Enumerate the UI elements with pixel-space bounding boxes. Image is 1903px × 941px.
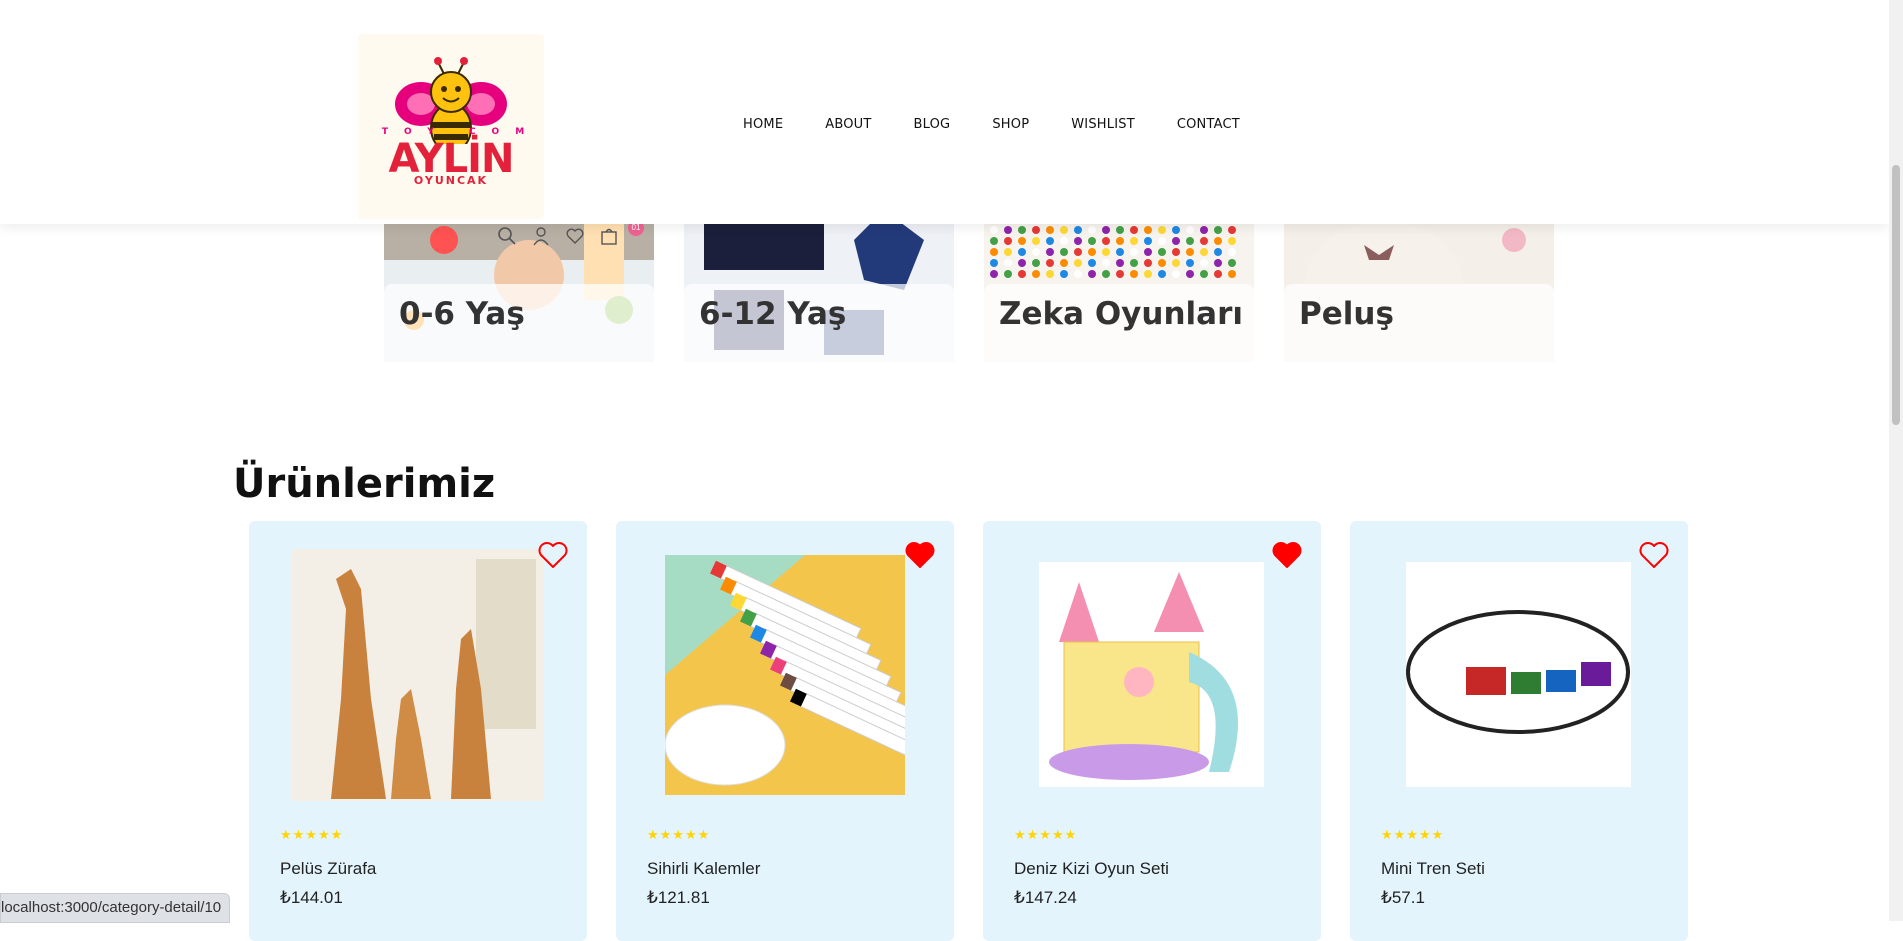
product-price: ₺147.24 [1014, 888, 1077, 907]
product-image-mermaid[interactable] [1039, 562, 1264, 787]
product-name[interactable]: Mini Tren Seti [1381, 859, 1485, 879]
category-label: 0-6 Yaş [399, 296, 525, 332]
wishlist-heart-icon[interactable] [1272, 541, 1302, 569]
nav-contact[interactable]: CONTACT [1177, 117, 1240, 132]
product-card[interactable]: ★★★★★ Sihirli Kalemler ₺121.81 [616, 521, 954, 941]
user-icon[interactable] [531, 226, 551, 246]
site-logo[interactable]: TOY COM AYLİN OYUNCAK [358, 34, 544, 219]
product-price: ₺57.1 [1381, 888, 1425, 907]
site-header: TOY COM AYLİN OYUNCAK HOME ABOUT BLOG SH… [0, 0, 1889, 224]
product-name[interactable]: Sihirli Kalemler [647, 859, 760, 879]
category-label: 6-12 Yaş [699, 296, 847, 332]
category-tile-6-12[interactable]: 6-12 Yaş [684, 200, 954, 362]
rating-stars: ★★★★★ [280, 827, 344, 842]
nav-blog[interactable]: BLOG [914, 117, 951, 132]
product-card[interactable]: ★★★★★ Mini Tren Seti ₺57.1 [1350, 521, 1688, 941]
wishlist-heart-icon[interactable] [905, 541, 935, 569]
wishlist-heart-icon[interactable] [1639, 541, 1669, 569]
category-tile-0-6[interactable]: 0-6 Yaş [384, 200, 654, 362]
header-icon-row: 01 [497, 220, 644, 246]
product-price: ₺144.01 [280, 888, 343, 907]
product-image-train[interactable] [1406, 562, 1631, 787]
category-tile-zeka[interactable]: Zeka Oyunları [984, 200, 1254, 362]
product-card[interactable]: ★★★★★ Deniz Kizi Oyun Seti ₺147.24 [983, 521, 1321, 941]
nav-shop[interactable]: SHOP [992, 117, 1029, 132]
nav-about[interactable]: ABOUT [825, 117, 871, 132]
category-label: Peluş [1299, 296, 1394, 332]
nav-home[interactable]: HOME [743, 117, 783, 132]
mermaid-castle-picture [1039, 562, 1264, 787]
giraffe-plush-picture [291, 549, 543, 801]
product-card[interactable]: ★★★★★ Pelüs Zürafa ₺144.01 [249, 521, 587, 941]
product-image-markers[interactable] [665, 555, 905, 795]
heart-outline-icon[interactable] [565, 226, 585, 246]
category-label: Zeka Oyunları [999, 296, 1243, 332]
product-name[interactable]: Deniz Kizi Oyun Seti [1014, 859, 1169, 879]
search-icon[interactable] [497, 226, 517, 246]
product-price: ₺121.81 [647, 888, 710, 907]
nav-wishlist[interactable]: WISHLIST [1071, 117, 1135, 132]
scrollbar-thumb[interactable] [1892, 165, 1900, 425]
rating-stars: ★★★★★ [1381, 827, 1445, 842]
product-image-giraffe[interactable] [291, 549, 543, 801]
wishlist-heart-icon[interactable] [538, 541, 568, 569]
rating-stars: ★★★★★ [1014, 827, 1078, 842]
category-tile-pelus[interactable]: Peluş [1284, 200, 1554, 362]
toy-train-picture [1406, 562, 1631, 787]
page-scrollbar[interactable] [1889, 0, 1903, 921]
section-title: Ürünlerimiz [233, 461, 496, 507]
cart-icon[interactable] [599, 226, 619, 246]
product-name[interactable]: Pelüs Zürafa [280, 859, 376, 879]
main-nav: HOME ABOUT BLOG SHOP WISHLIST CONTACT [743, 117, 1282, 132]
status-bar-url: localhost:3000/category-detail/10 [0, 893, 231, 923]
logo-subtitle: OYUNCAK [413, 174, 489, 187]
rating-stars: ★★★★★ [647, 827, 711, 842]
markers-picture [665, 555, 905, 795]
